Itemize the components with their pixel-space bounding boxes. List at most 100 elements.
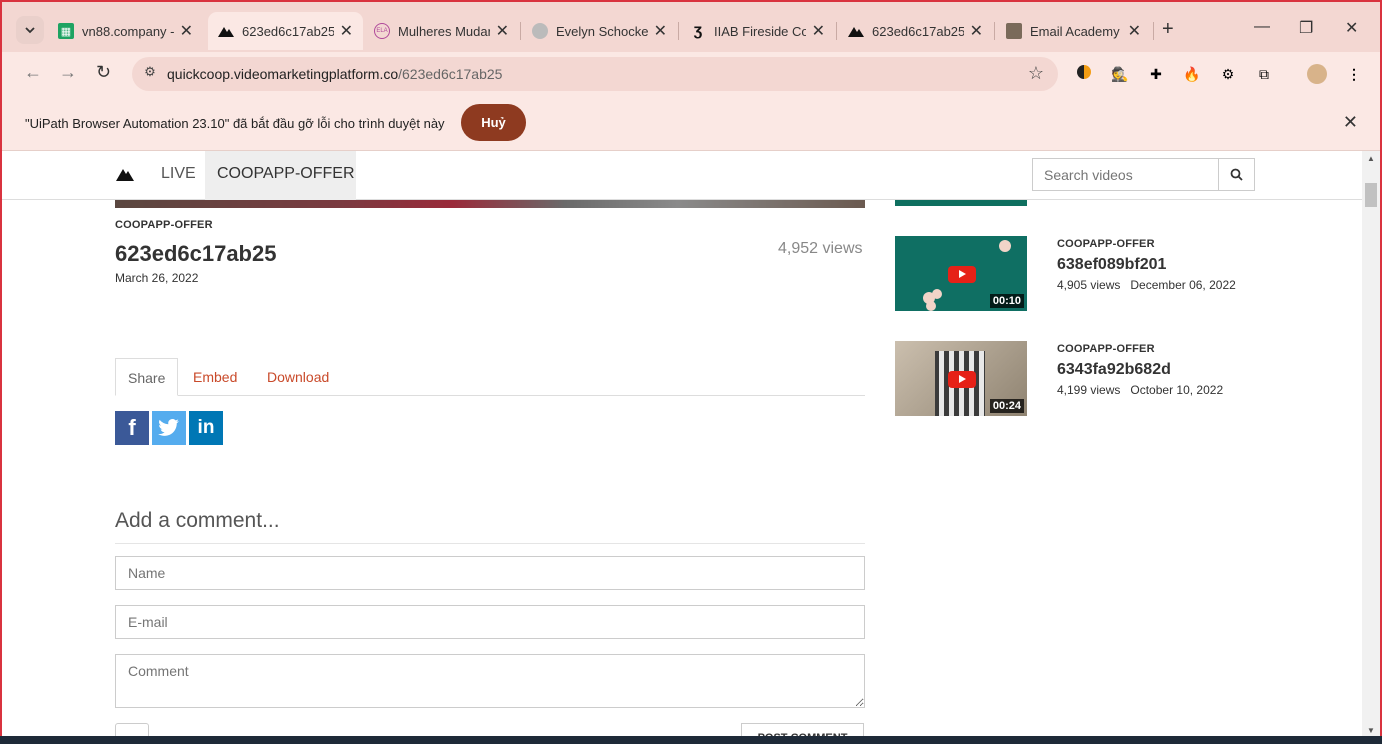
new-tab-plus-icon[interactable]: + [1162, 18, 1174, 41]
tab-download[interactable]: Download [255, 358, 341, 396]
globe-icon [532, 23, 548, 39]
tab-mulheres[interactable]: ELA Mulheres Mudar ✕ [364, 12, 519, 50]
back-arrow-icon[interactable]: ← [24, 62, 42, 83]
related-title[interactable]: 6343fa92b682d [1057, 361, 1171, 379]
scroll-up-icon[interactable]: ▲ [1367, 154, 1375, 163]
close-icon[interactable]: ✕ [812, 21, 825, 41]
email-field[interactable] [115, 605, 865, 639]
related-video[interactable]: 00:10 COOPAPP-OFFER 638ef089bf201 4,905 … [895, 236, 1355, 312]
close-icon[interactable]: ✕ [180, 21, 193, 41]
bookmark-star-icon[interactable]: ☆ [1028, 63, 1044, 84]
chevron-down-icon [25, 26, 35, 33]
browser-window: ▦ vn88.company - ✕ 623ed6c17ab25 ✕ ELA M… [0, 0, 1382, 744]
minimize-icon[interactable]: — [1254, 18, 1270, 36]
related-views: 4,199 views [1057, 383, 1121, 397]
scroll-down-icon[interactable]: ▼ [1367, 726, 1375, 735]
tab-623ed6c17ab25[interactable]: 623ed6c17ab25 ✕ [838, 12, 993, 50]
extension-plus-icon[interactable]: ✚ [1146, 64, 1166, 84]
video-duration: 00:10 [989, 294, 1024, 308]
tab-separator [836, 22, 837, 40]
tab-title: 623ed6c17ab25 [242, 23, 334, 39]
tab-evelyn[interactable]: Evelyn Schocken ✕ [522, 12, 677, 50]
share-tabs: Share Embed Download [115, 358, 865, 396]
related-meta: 4,905 views December 06, 2022 [1057, 278, 1236, 292]
search-input[interactable] [1033, 159, 1219, 190]
email-academy-icon [1006, 23, 1022, 39]
extensions-puzzle-icon[interactable]: ⧉ [1254, 64, 1274, 84]
tab-title: vn88.company - [82, 23, 174, 39]
window-close-icon[interactable]: ✕ [1345, 18, 1358, 38]
url-host: quickcoop.videomarketingplatform.co [167, 66, 399, 82]
tab-vn88[interactable]: ▦ vn88.company - ✕ [48, 12, 203, 50]
play-icon [948, 371, 976, 388]
address-bar[interactable]: ⚙ quickcoop.videomarketingplatform.co/62… [132, 57, 1058, 91]
nav-channel-link[interactable]: COOPAPP-OFFER [217, 165, 355, 183]
related-date: December 06, 2022 [1130, 278, 1236, 292]
related-category[interactable]: COOPAPP-OFFER [1057, 343, 1155, 355]
close-icon[interactable]: ✕ [340, 21, 353, 41]
linkedin-share-icon[interactable]: in [189, 411, 223, 445]
search-box [1032, 158, 1255, 191]
scrollbar-thumb[interactable] [1365, 183, 1377, 207]
related-thumb-partial[interactable] [895, 200, 1027, 206]
video-date: March 26, 2022 [115, 271, 199, 285]
search-icon [1230, 168, 1243, 181]
web-page: LIVE COOPAPP-OFFER COOPAPP-OFFER 623ed6c… [2, 151, 1362, 738]
video-title: 623ed6c17ab25 [115, 241, 277, 266]
tab-iiab[interactable]: ʒ IIAB Fireside Cor ✕ [680, 12, 835, 50]
extension-spy-icon[interactable]: 🕵 [1110, 64, 1130, 84]
close-icon[interactable]: ✕ [496, 21, 509, 41]
forward-arrow-icon[interactable]: → [59, 62, 77, 83]
nav-live-link[interactable]: LIVE [161, 165, 196, 183]
tab-title: Email Academy [1030, 23, 1120, 39]
site-logo-icon[interactable] [116, 167, 134, 181]
sheets-icon: ▦ [58, 23, 74, 39]
close-icon[interactable]: ✕ [1128, 21, 1141, 41]
reload-icon[interactable]: ↻ [96, 62, 111, 83]
video-category[interactable]: COOPAPP-OFFER [115, 219, 213, 231]
video-player-bottom[interactable] [115, 200, 865, 208]
site-settings-icon[interactable]: ⚙ [140, 64, 160, 84]
cancel-debug-button[interactable]: Huỷ [461, 104, 526, 141]
comment-field[interactable] [115, 654, 865, 708]
infobar-close-icon[interactable]: ✕ [1343, 112, 1358, 133]
extension-gear-icon[interactable]: ⚙ [1218, 64, 1238, 84]
tab-title: 623ed6c17ab25 [872, 23, 964, 39]
play-icon [948, 266, 976, 283]
tab-search-button[interactable] [16, 16, 44, 44]
tab-separator [994, 22, 995, 40]
twitter-share-icon[interactable] [152, 411, 186, 445]
related-views: 4,905 views [1057, 278, 1121, 292]
tab-strip: ▦ vn88.company - ✕ 623ed6c17ab25 ✕ ELA M… [2, 2, 1380, 52]
debug-infobar: "UiPath Browser Automation 23.10" đã bắt… [2, 96, 1380, 151]
video-thumbnail[interactable]: 00:10 [895, 236, 1027, 311]
url-path: /623ed6c17ab25 [398, 66, 503, 82]
mountain-logo-icon [848, 23, 864, 39]
page-scrollbar[interactable]: ▲ ▼ [1362, 151, 1380, 738]
search-button[interactable] [1218, 159, 1254, 190]
tab-623ed6c17ab25-active[interactable]: 623ed6c17ab25 ✕ [208, 12, 363, 50]
menu-dots-icon[interactable]: ⋮ [1344, 64, 1364, 84]
tab-share[interactable]: Share [115, 358, 179, 396]
related-meta: 4,199 views October 10, 2022 [1057, 383, 1223, 397]
browser-toolbar: ← → ↻ ⚙ quickcoop.videomarketingplatform… [2, 52, 1380, 96]
close-icon[interactable]: ✕ [970, 21, 983, 41]
close-icon[interactable]: ✕ [654, 21, 667, 41]
tab-embed[interactable]: Embed [181, 358, 249, 396]
tab-separator [1153, 22, 1154, 40]
extension-halfcircle-icon[interactable] [1074, 64, 1094, 84]
tab-email-academy[interactable]: Email Academy ✕ [996, 12, 1151, 50]
name-field[interactable] [115, 556, 865, 590]
related-category[interactable]: COOPAPP-OFFER [1057, 238, 1155, 250]
ela-logo-icon: ELA [374, 23, 390, 39]
tab-separator [520, 22, 521, 40]
profile-avatar-icon[interactable] [1307, 64, 1327, 84]
related-title[interactable]: 638ef089bf201 [1057, 256, 1166, 274]
restore-icon[interactable]: ❐ [1299, 18, 1313, 38]
video-thumbnail[interactable]: 00:24 [895, 341, 1027, 416]
extension-fire-icon[interactable]: 🔥 [1182, 64, 1202, 84]
url-text: quickcoop.videomarketingplatform.co/623e… [167, 66, 502, 82]
related-video[interactable]: 00:24 COOPAPP-OFFER 6343fa92b682d 4,199 … [895, 341, 1355, 417]
facebook-share-icon[interactable]: f [115, 411, 149, 445]
infobar-message: "UiPath Browser Automation 23.10" đã bắt… [25, 116, 445, 131]
